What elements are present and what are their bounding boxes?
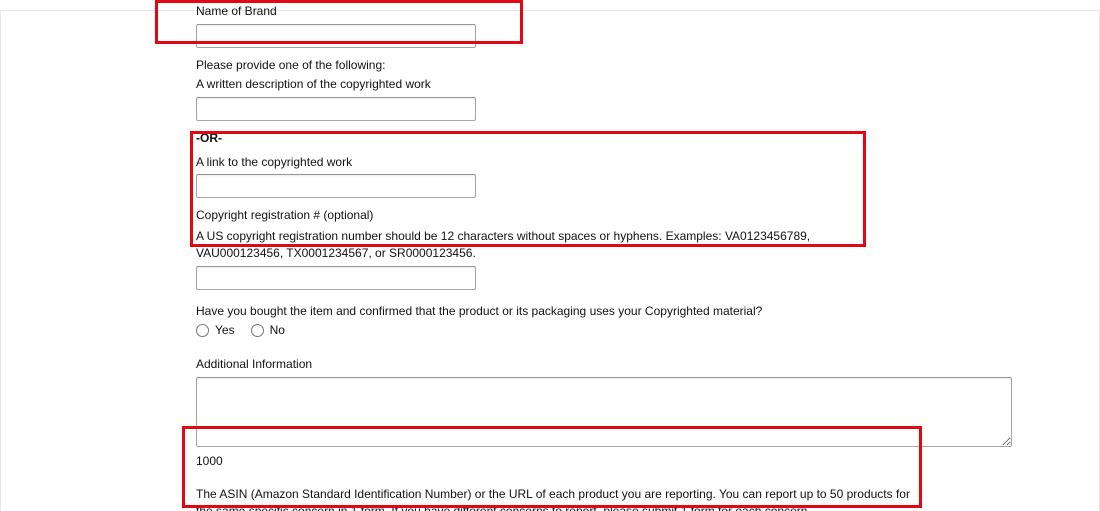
or-separator: -OR-	[196, 131, 1012, 145]
additional-counter: 1000	[196, 454, 1012, 468]
registration-input[interactable]	[196, 266, 476, 290]
brand-input[interactable]	[196, 24, 476, 48]
registration-help: A US copyright registration number shoul…	[196, 228, 856, 262]
registration-label: Copyright registration # (optional)	[196, 208, 1012, 224]
link-label: A link to the copyrighted work	[196, 155, 1012, 171]
written-desc-input[interactable]	[196, 97, 476, 121]
left-divider	[0, 10, 1, 511]
form: Name of Brand Please provide one of the …	[196, 0, 1012, 511]
additional-label: Additional Information	[196, 357, 1012, 373]
written-desc-label: A written description of the copyrighted…	[196, 77, 1012, 93]
bought-yes-radio[interactable]	[196, 324, 209, 337]
page: Name of Brand Please provide one of the …	[0, 0, 1100, 511]
bought-question: Have you bought the item and confirmed t…	[196, 304, 1012, 320]
provide-one-heading: Please provide one of the following:	[196, 58, 1012, 74]
additional-textarea[interactable]	[196, 377, 1012, 447]
bought-no-radio[interactable]	[251, 324, 264, 337]
link-input[interactable]	[196, 174, 476, 198]
brand-label: Name of Brand	[196, 4, 1012, 20]
bought-no-label: No	[270, 323, 285, 337]
asin-intro: The ASIN (Amazon Standard Identification…	[196, 486, 916, 511]
bought-yes-label: Yes	[215, 323, 235, 337]
